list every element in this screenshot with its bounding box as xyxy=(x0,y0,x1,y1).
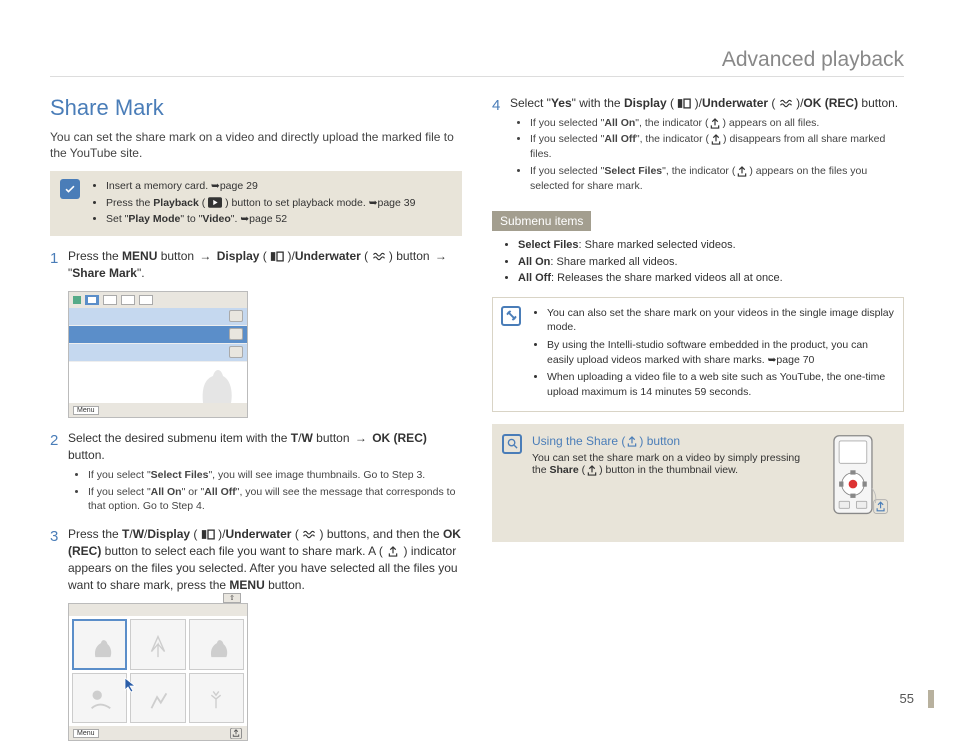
underwater-icon xyxy=(302,529,316,540)
step-1: 1 Press the MENU button → Display ( )/Un… xyxy=(50,248,462,282)
step-number: 4 xyxy=(492,95,510,195)
tip-title: Using the Share () button xyxy=(532,434,814,448)
page-edge-bar xyxy=(928,690,934,708)
note-item: By using the Intelli-studio software emb… xyxy=(547,338,895,367)
menu-button-label: Menu xyxy=(73,406,99,415)
step-3: 3 Press the T/W/Display ( )/Underwater (… xyxy=(50,526,462,593)
share-indicator-icon xyxy=(386,546,400,557)
magnify-icon xyxy=(502,434,522,454)
share-indicator-icon xyxy=(735,166,749,177)
intro-text: You can set the share mark on a video an… xyxy=(50,129,462,161)
ui-screenshot-list: Menu xyxy=(68,291,248,418)
prerequisite-box: Insert a memory card. ➥page 29 Press the… xyxy=(50,171,462,236)
cursor-icon xyxy=(123,676,141,694)
note-icon xyxy=(501,306,521,326)
menu-button-label: Menu xyxy=(73,729,99,738)
step-number: 1 xyxy=(50,248,68,282)
tab-share-icon xyxy=(121,295,135,305)
share-indicator-icon: ⇧ xyxy=(223,593,241,603)
note-box: You can also set the share mark on your … xyxy=(492,297,904,412)
share-indicator-icon xyxy=(708,118,722,129)
page-header: Advanced playback xyxy=(50,48,904,77)
submenu-list: Select Files: Share marked selected vide… xyxy=(492,237,904,287)
share-indicator-icon xyxy=(625,436,639,447)
tab-settings-icon xyxy=(139,295,153,305)
underwater-icon xyxy=(779,98,793,109)
prereq-item: Set "Play Mode" to "Video". ➥page 52 xyxy=(106,212,415,226)
left-column: Share Mark You can set the share mark on… xyxy=(50,95,462,753)
note-item: You can also set the share mark on your … xyxy=(547,306,895,335)
step-number: 2 xyxy=(50,430,68,516)
step-number: 3 xyxy=(50,526,68,593)
note-item: When uploading a video file to a web sit… xyxy=(547,370,895,399)
page-number: 55 xyxy=(900,691,914,706)
check-icon xyxy=(60,179,80,199)
underwater-icon xyxy=(372,251,386,262)
tab-video-icon xyxy=(85,295,99,305)
step-2: 2 Select the desired submenu item with t… xyxy=(50,430,462,516)
tip-body-text: You can set the share mark on a video by… xyxy=(532,452,814,476)
ui-screenshot-grid: ⇧ Menu xyxy=(68,603,248,741)
share-indicator-icon xyxy=(709,134,723,145)
step-4: 4 Select "Yes" with the Display ( )/Unde… xyxy=(492,95,904,195)
device-illustration xyxy=(824,434,894,532)
share-indicator-icon xyxy=(585,465,599,476)
share-icon xyxy=(229,728,243,739)
display-icon xyxy=(677,98,691,109)
right-column: 4 Select "Yes" with the Display ( )/Unde… xyxy=(492,95,904,753)
section-title: Share Mark xyxy=(50,95,462,121)
submenu-header: Submenu items xyxy=(492,211,591,231)
prereq-item: Insert a memory card. ➥page 29 xyxy=(106,179,415,193)
display-icon xyxy=(201,529,215,540)
display-icon xyxy=(270,251,284,262)
playback-icon xyxy=(208,197,222,208)
tip-box: Using the Share () button You can set th… xyxy=(492,424,904,542)
prereq-item: Press the Playback ( ) button to set pla… xyxy=(106,196,415,210)
tab-photo-icon xyxy=(103,295,117,305)
